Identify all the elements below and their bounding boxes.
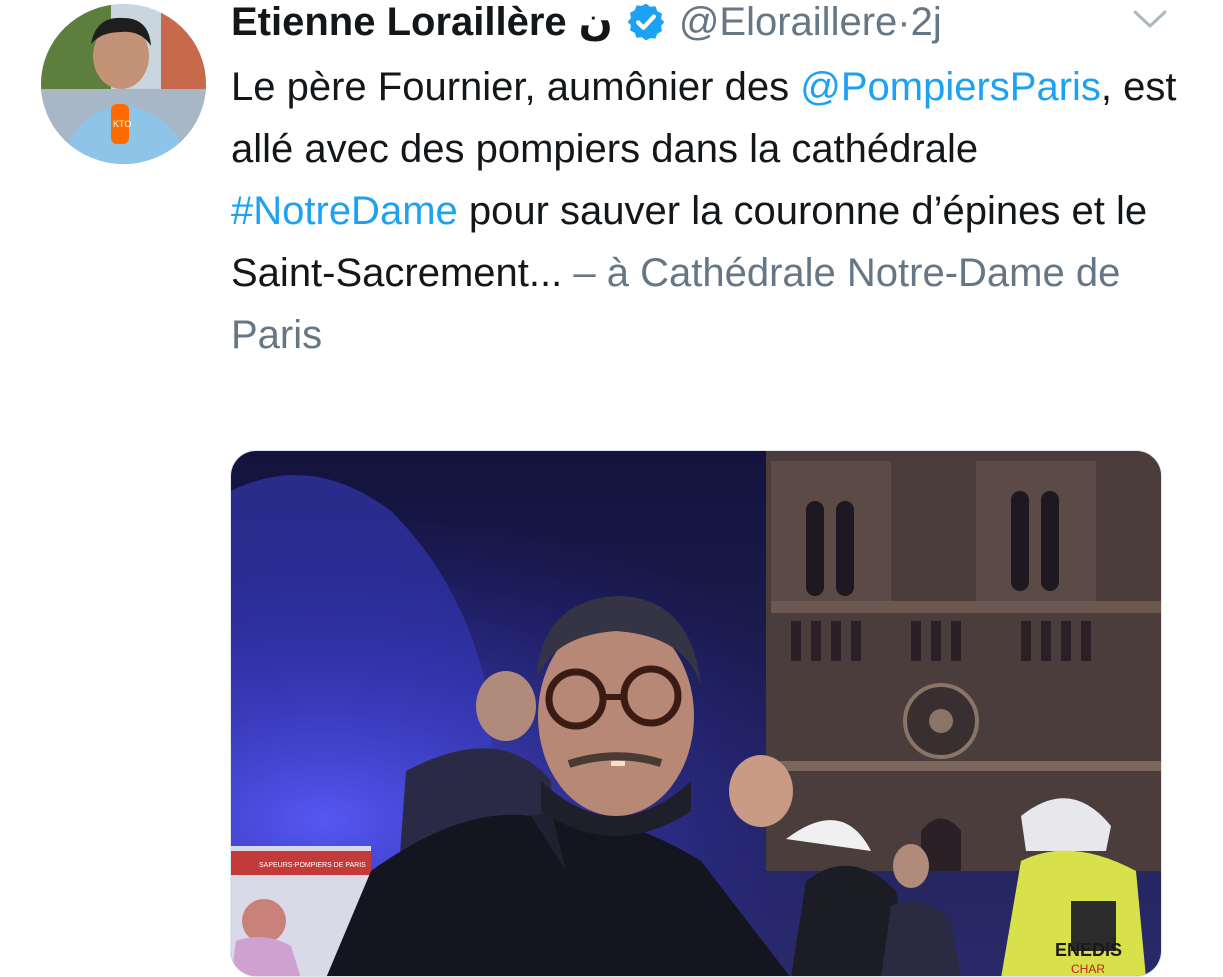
tweet-header: Etienne Loraillère ن @Eloraillere · 2j	[231, 0, 942, 44]
tweet-text: Le père Fournier, aumônier des @Pompiers…	[231, 56, 1191, 366]
chevron-down-icon[interactable]	[1132, 8, 1168, 30]
tweet-photo[interactable]: SAPEURS-POMPIERS DE PARIS ENEDIS CHAR	[230, 450, 1162, 977]
vest-logo-sub: CHAR	[1071, 962, 1105, 976]
mention-link[interactable]: @PompiersParis	[800, 65, 1101, 109]
author-name[interactable]: Etienne Loraillère	[231, 0, 567, 44]
avatar-photo: KTO	[41, 4, 206, 164]
vest-logo: ENEDIS	[1055, 940, 1122, 960]
tweet-timestamp[interactable]: 2j	[911, 0, 942, 44]
photo-scene: SAPEURS-POMPIERS DE PARIS ENEDIS CHAR	[231, 451, 1161, 976]
author-name-suffix: ن	[578, 0, 613, 44]
cathedral	[766, 451, 1161, 871]
tweet-text-part-1: Le père Fournier, aumônier des	[231, 65, 801, 109]
verified-badge-icon	[627, 3, 665, 41]
truck-sign: SAPEURS-POMPIERS DE PARIS	[259, 862, 366, 869]
author-avatar[interactable]: KTO	[41, 4, 206, 164]
author-handle[interactable]: @Eloraillere	[679, 0, 897, 44]
hashtag-link[interactable]: #NotreDame	[231, 189, 458, 233]
header-separator: ·	[897, 0, 911, 44]
avatar-mic-logo: KTO	[113, 119, 131, 129]
